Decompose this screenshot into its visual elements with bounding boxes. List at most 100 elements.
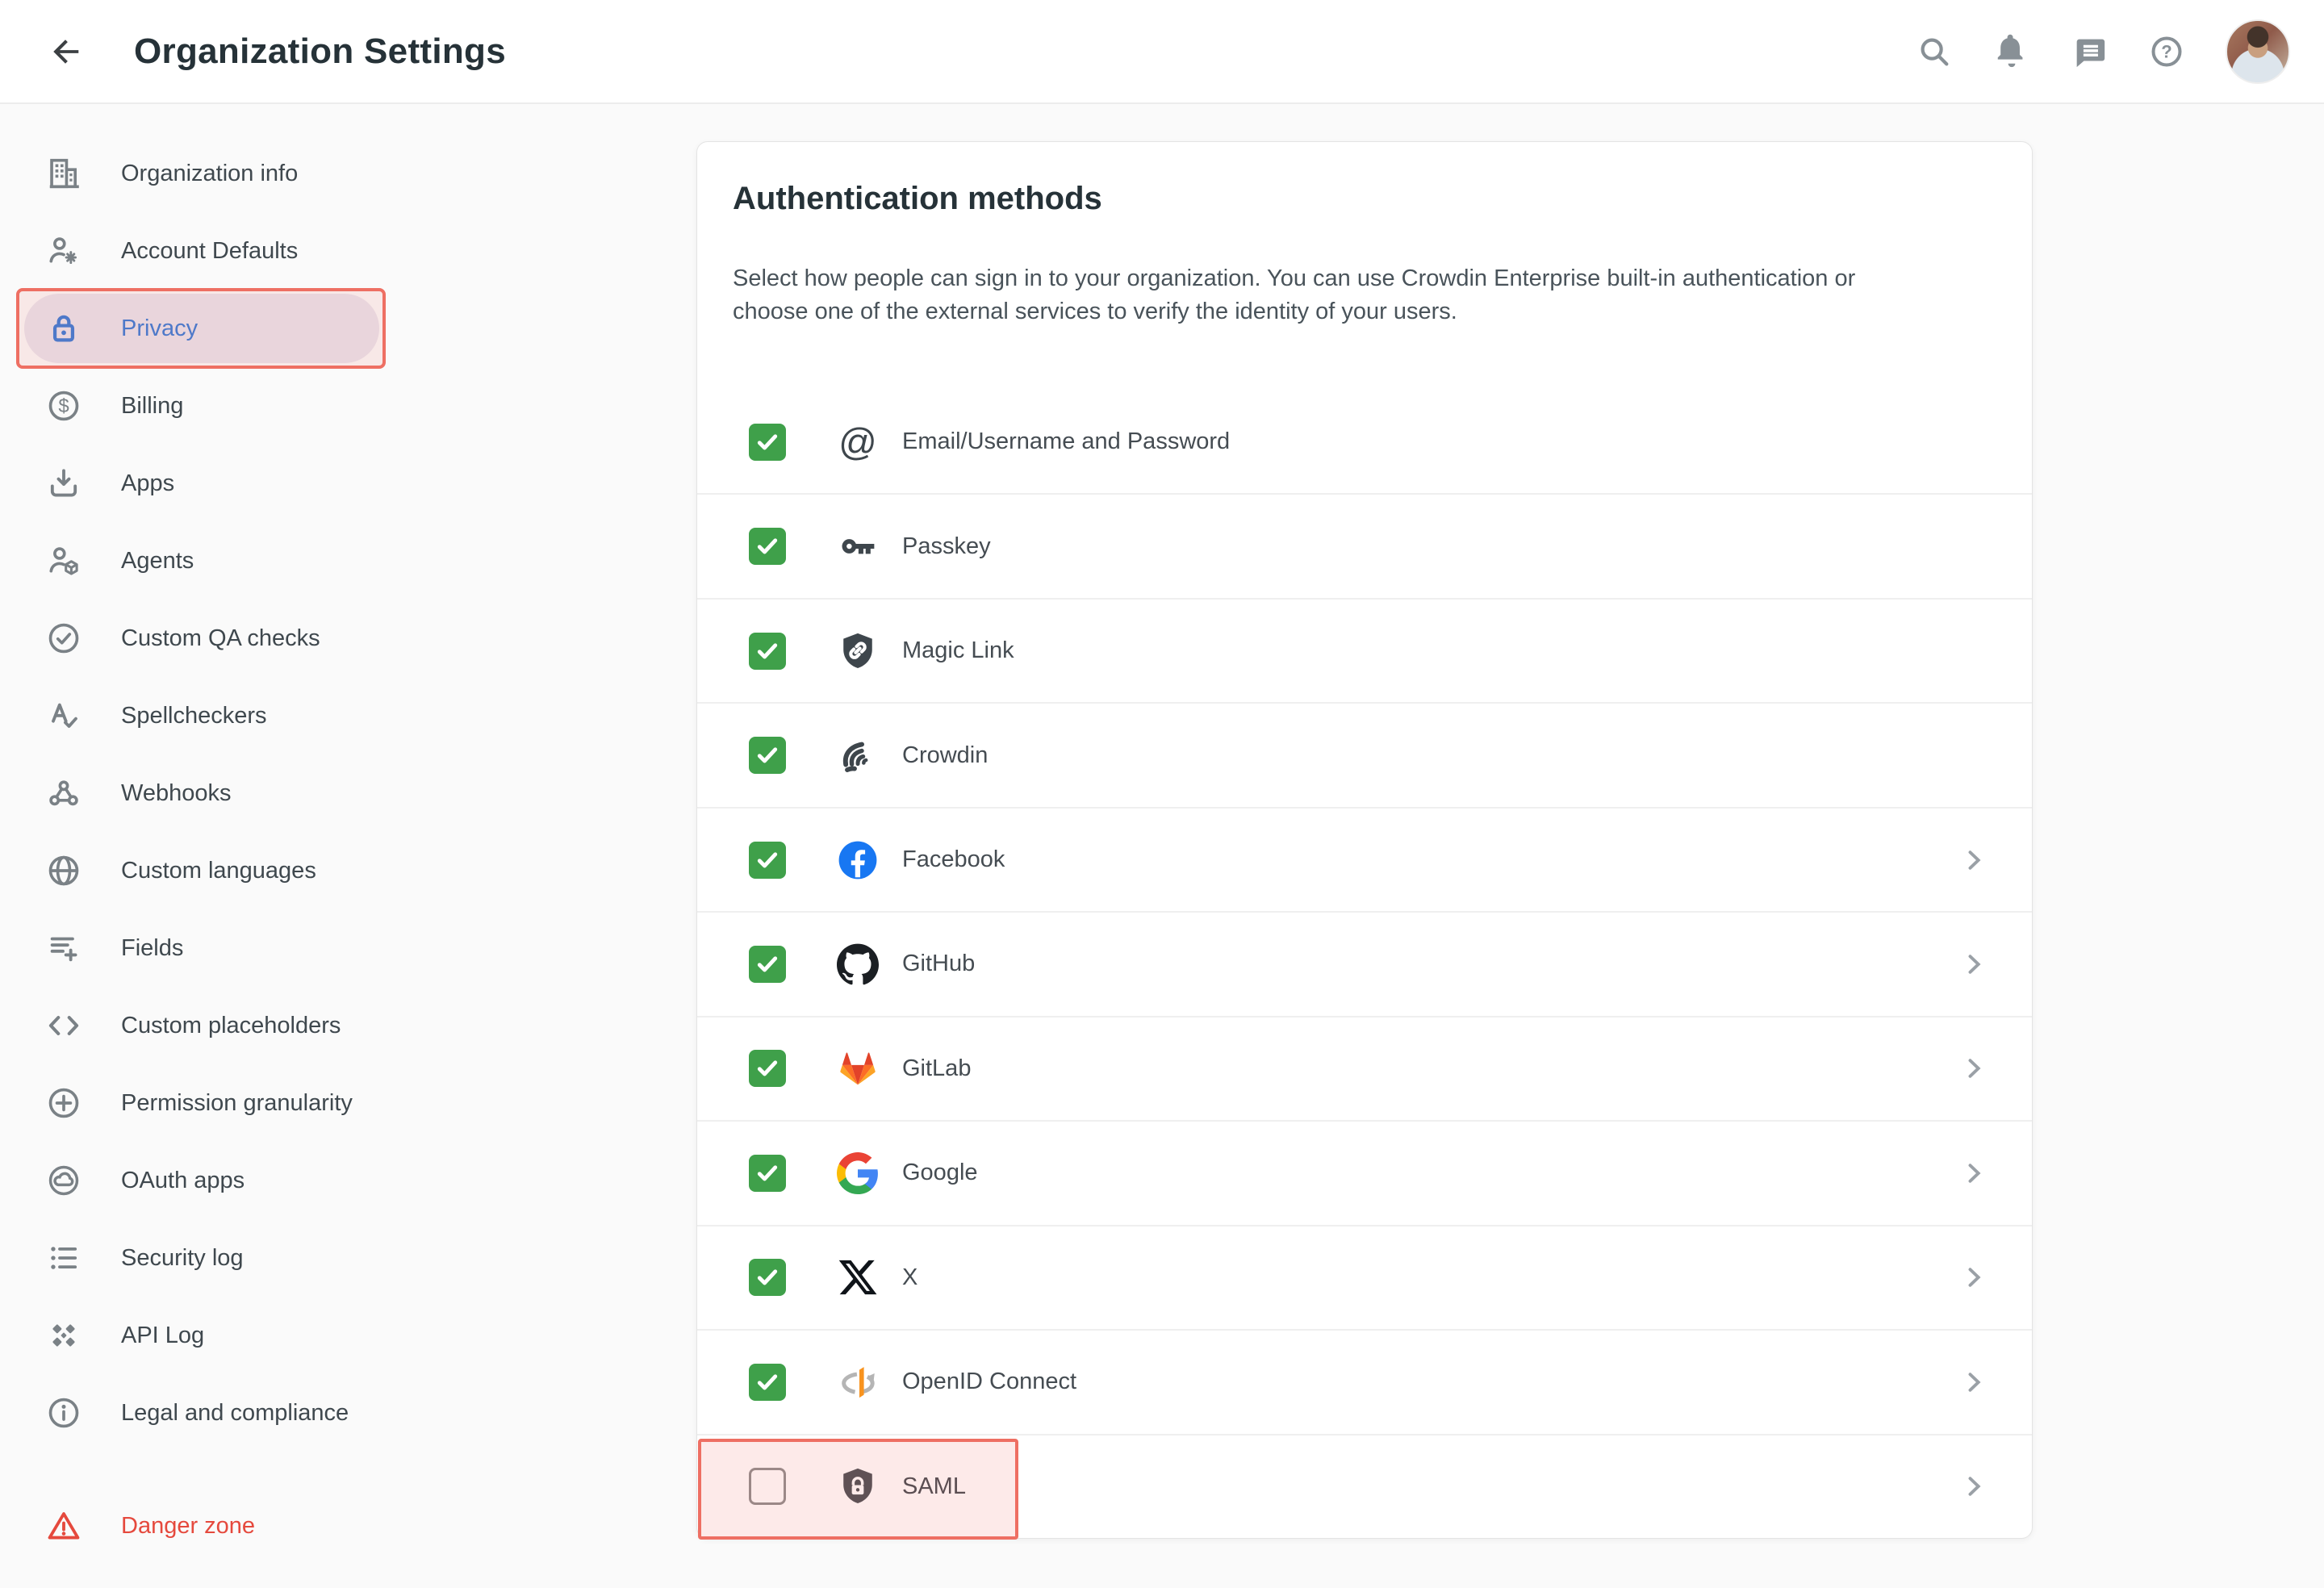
google-logo-icon [836,1151,880,1195]
chevron-right-icon[interactable] [1959,1263,1988,1292]
auth-method-label: Crowdin [902,742,988,769]
chevron-right-icon[interactable] [1959,846,1988,875]
notifications-bell-icon[interactable] [1993,33,2030,70]
sidebar-item-apps[interactable]: Apps [0,445,696,522]
sidebar-item-organization-info[interactable]: Organization info [0,135,696,212]
api-diamonds-icon [45,1317,82,1354]
auth-method-label: X [902,1264,917,1291]
sidebar-item-label: Security log [121,1245,244,1272]
sidebar-item-label: Permission granularity [121,1090,353,1117]
help-icon[interactable]: ? [2148,33,2185,70]
auth-row-facebook[interactable]: Facebook [697,807,2032,911]
sidebar-item-danger-zone[interactable]: Danger zone [0,1487,696,1565]
checkbox[interactable] [749,1155,786,1192]
x-logo-icon [836,1256,880,1299]
checkbox[interactable] [749,633,786,670]
auth-method-label: OpenID Connect [902,1369,1076,1395]
auth-method-label: Passkey [902,533,991,560]
sidebar-item-label: Spellcheckers [121,703,267,729]
sidebar-item-label: OAuth apps [121,1168,245,1194]
auth-row-passkey[interactable]: Passkey [697,493,2032,597]
auth-method-label: Facebook [902,846,1005,873]
user-avatar[interactable] [2226,19,2290,84]
sidebar-item-agents[interactable]: Agents [0,522,696,600]
bullet-list-icon [45,1239,82,1277]
auth-method-label: SAML [902,1473,966,1500]
sidebar-item-custom-qa-checks[interactable]: Custom QA checks [0,600,696,677]
auth-row-gitlab[interactable]: GitLab [697,1016,2032,1120]
plus-circle-icon [45,1084,82,1122]
chevron-right-icon[interactable] [1959,1472,1988,1501]
auth-row-x[interactable]: X [697,1225,2032,1329]
auth-row-saml[interactable]: SAML [697,1434,2032,1538]
openid-logo-icon [836,1360,880,1404]
checkbox[interactable] [749,737,786,774]
checkbox[interactable] [749,1364,786,1401]
settings-sidebar: Organization info Account Defaults Priva… [0,135,696,1565]
chevron-right-icon[interactable] [1959,950,1988,979]
globe-icon [45,852,82,889]
card-title: Authentication methods [697,142,2032,217]
info-circle-icon [45,1394,82,1431]
user-gear-icon [45,232,82,270]
checkbox[interactable] [749,842,786,879]
svg-text:$: $ [58,395,69,417]
sidebar-item-label: Legal and compliance [121,1400,349,1427]
auth-method-label: Google [902,1160,978,1186]
checkbox[interactable] [749,424,786,461]
crowdin-logo-icon [836,733,880,777]
sidebar-item-billing[interactable]: $ Billing [0,367,696,445]
messages-chat-icon[interactable] [2071,33,2108,70]
sidebar-item-fields[interactable]: Fields [0,909,696,987]
auth-row-email-username-password[interactable]: @ Email/Username and Password [697,391,2032,493]
search-icon[interactable] [1916,33,1953,70]
checkbox[interactable] [749,528,786,565]
chevron-right-icon[interactable] [1959,1159,1988,1188]
sidebar-spacer [0,1452,696,1487]
auth-row-crowdin[interactable]: Crowdin [697,702,2032,806]
spellcheck-icon [45,697,82,734]
checkbox[interactable] [749,946,786,983]
sidebar-item-security-log[interactable]: Security log [0,1219,696,1297]
checkbox[interactable] [749,1468,786,1505]
auth-method-label: GitHub [902,951,975,977]
auth-methods-list: @ Email/Username and Password Passkey Ma… [697,391,2032,1538]
checkbox[interactable] [749,1050,786,1087]
auth-row-openid-connect[interactable]: OpenID Connect [697,1329,2032,1433]
arrow-left-icon [47,33,84,70]
sidebar-item-custom-languages[interactable]: Custom languages [0,832,696,909]
sidebar-item-webhooks[interactable]: Webhooks [0,754,696,832]
shield-link-icon [836,629,880,673]
sidebar-item-custom-placeholders[interactable]: Custom placeholders [0,987,696,1064]
key-icon [836,524,880,568]
gitlab-logo-icon [836,1047,880,1090]
auth-method-label: Email/Username and Password [902,428,1230,455]
sidebar-item-legal-and-compliance[interactable]: Legal and compliance [0,1374,696,1452]
sidebar-item-privacy[interactable]: Privacy [0,290,696,367]
shield-lock-icon [836,1465,880,1508]
chevron-right-icon[interactable] [1959,1368,1988,1397]
sidebar-item-account-defaults[interactable]: Account Defaults [0,212,696,290]
sidebar-item-label: Fields [121,935,183,962]
back-button[interactable] [42,28,89,75]
card-description: Select how people can sign in to your or… [697,262,1971,328]
header-actions: ? [1916,19,2324,84]
sidebar-item-label: Organization info [121,161,298,187]
facebook-logo-icon [836,838,880,882]
warning-triangle-icon [45,1507,82,1544]
sidebar-item-api-log[interactable]: API Log [0,1297,696,1374]
user-cube-icon [45,542,82,579]
auth-method-label: GitLab [902,1055,971,1082]
sidebar-item-label: Billing [121,393,183,420]
sidebar-item-permission-granularity[interactable]: Permission granularity [0,1064,696,1142]
sidebar-item-oauth-apps[interactable]: OAuth apps [0,1142,696,1219]
download-icon [45,465,82,502]
auth-row-magic-link[interactable]: Magic Link [697,598,2032,702]
webhook-icon [45,775,82,812]
chevron-right-icon[interactable] [1959,1054,1988,1083]
sidebar-item-spellcheckers[interactable]: Spellcheckers [0,677,696,754]
auth-row-github[interactable]: GitHub [697,911,2032,1015]
auth-row-google[interactable]: Google [697,1120,2032,1224]
checkbox[interactable] [749,1259,786,1296]
code-brackets-icon [45,1007,82,1044]
